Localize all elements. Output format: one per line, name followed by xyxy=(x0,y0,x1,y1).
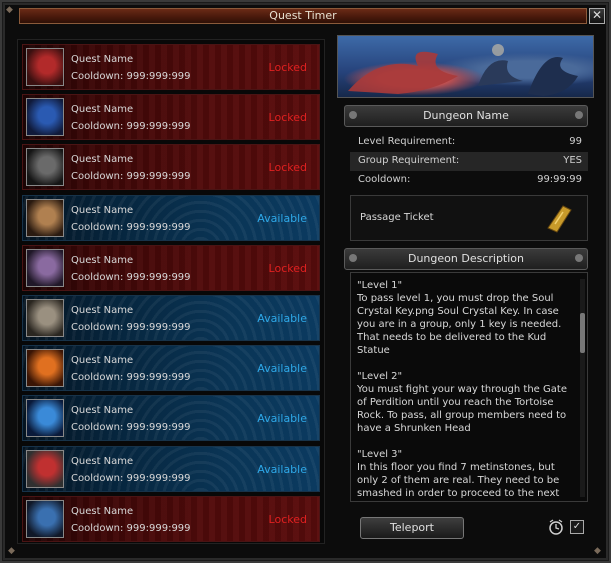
group-requirement-row: Group Requirement: YES xyxy=(350,152,588,171)
fire-demon-portrait-icon xyxy=(26,349,64,388)
quest-status: Available xyxy=(257,312,307,325)
header-stud xyxy=(575,111,583,119)
quest-name: Quest Name xyxy=(71,405,134,417)
quest-row[interactable]: Quest Name Cooldown: 999:999:999 Available xyxy=(22,395,320,442)
ticket-label: Passage Ticket xyxy=(360,212,434,223)
blue-bird-portrait-icon xyxy=(26,499,64,538)
description-scrollbar[interactable] xyxy=(580,279,585,497)
quest-name: Quest Name xyxy=(71,154,134,166)
close-button[interactable]: ✕ xyxy=(589,8,605,24)
quest-status: Available xyxy=(257,362,307,376)
info-value: YES xyxy=(563,155,582,166)
blue-dragon-portrait-icon xyxy=(26,98,64,137)
ice-crystal-portrait-icon xyxy=(26,399,64,438)
quest-row[interactable]: Quest Name Cooldown: 999:999:999 Locked xyxy=(22,495,320,542)
quest-cooldown: Cooldown: 999:999:999 xyxy=(71,422,191,434)
info-value: 99 xyxy=(569,136,582,147)
quest-cooldown: Cooldown: 999:999:999 xyxy=(71,322,191,333)
quest-cooldown: Cooldown: 999:999:999 xyxy=(71,171,191,183)
description-paragraph: "Level 2" You must fight your way throug… xyxy=(357,371,567,434)
level-requirement-row: Level Requirement: 99 xyxy=(350,133,588,152)
quest-row[interactable]: Quest Name Cooldown: 999:999:999 Available xyxy=(22,194,320,241)
quest-name: Quest Name xyxy=(71,305,134,316)
info-value: 99:99:99 xyxy=(537,174,582,185)
teleport-button[interactable]: Teleport xyxy=(360,517,464,539)
corner-ornament: ◆ xyxy=(6,5,13,15)
dungeon-name-header: Dungeon Name xyxy=(344,105,588,127)
quest-name: Quest Name xyxy=(71,204,134,216)
header-stud xyxy=(349,254,357,262)
purple-claw-portrait-icon xyxy=(26,248,64,287)
required-item-box: Passage Ticket xyxy=(350,195,588,241)
header-stud xyxy=(349,111,357,119)
quest-cooldown: Cooldown: 999:999:999 xyxy=(71,71,191,82)
info-label: Cooldown: xyxy=(358,174,411,185)
description-paragraph: "Level 1" To pass level 1, you must drop… xyxy=(357,280,562,356)
quest-name: Quest Name xyxy=(71,254,134,266)
quest-row[interactable]: Quest Name Cooldown: 999:999:999 Locked xyxy=(22,44,320,90)
quest-row[interactable]: Quest Name Cooldown: 999:999:999 Locked xyxy=(22,144,320,191)
window-title: Quest Timer xyxy=(19,8,587,24)
quest-timer-window: ◆ Quest Timer ✕ Quest Name Cooldown: 999:… xyxy=(0,0,611,563)
quest-row[interactable]: Quest Name Cooldown: 999:999:999 Locked xyxy=(22,94,320,141)
quest-status: Locked xyxy=(268,512,307,526)
dark-skull-portrait-icon xyxy=(26,148,64,187)
quest-name: Quest Name xyxy=(71,355,134,367)
eye-monster-portrait-icon xyxy=(26,449,64,488)
dungeon-name: Dungeon Name xyxy=(423,109,509,122)
quest-list: Quest Name Cooldown: 999:999:999 Locked Que… xyxy=(17,39,325,544)
quest-row[interactable]: Quest Name Cooldown: 999:999:999 Locked xyxy=(22,244,320,291)
corner-ornament: ◆ xyxy=(594,546,601,556)
quest-name: Quest Name xyxy=(71,104,134,116)
grey-beast-portrait-icon xyxy=(26,299,64,337)
cooldown-row: Cooldown: 99:99:99 xyxy=(350,171,588,190)
quest-cooldown: Cooldown: 999:999:999 xyxy=(71,472,191,484)
masked-face-portrait-icon xyxy=(26,198,64,237)
alarm-clock-icon[interactable] xyxy=(548,519,564,535)
quest-status: Available xyxy=(257,211,307,225)
dungeon-panel: Dungeon Name Level Requirement: 99 Group… xyxy=(337,35,594,545)
dungeon-info-table: Level Requirement: 99 Group Requirement:… xyxy=(350,133,588,190)
passage-ticket-icon[interactable] xyxy=(545,204,573,234)
notify-checkbox[interactable]: ✓ xyxy=(570,520,584,534)
quest-name: Quest Name xyxy=(71,455,134,467)
quest-status: Locked xyxy=(268,161,307,175)
quest-status: Available xyxy=(257,412,307,426)
quest-name: Quest Name xyxy=(71,54,134,65)
description-paragraph: "Level 3" In this floor you find 7 metin… xyxy=(357,449,560,499)
quest-cooldown: Cooldown: 999:999:999 xyxy=(71,271,191,283)
dungeon-description-text: "Level 1" To pass level 1, you must drop… xyxy=(357,279,575,501)
dragon-battle-artwork xyxy=(348,44,578,96)
quest-name: Quest Name xyxy=(71,505,134,517)
quest-status: Locked xyxy=(268,261,307,275)
quest-cooldown: Cooldown: 999:999:999 xyxy=(71,522,191,534)
corner-ornament: ◆ xyxy=(8,546,15,556)
quest-row[interactable]: Quest Name Cooldown: 999:999:999 Available xyxy=(22,445,320,492)
dungeon-description-box[interactable]: "Level 1" To pass level 1, you must drop… xyxy=(350,272,588,502)
quest-status: Locked xyxy=(268,111,307,125)
quest-status: Available xyxy=(257,462,307,476)
quest-row[interactable]: Quest Name Cooldown: 999:999:999 Available xyxy=(22,295,320,341)
description-header-label: Dungeon Description xyxy=(407,252,524,265)
scrollbar-thumb[interactable] xyxy=(580,313,585,353)
quest-row[interactable]: Quest Name Cooldown: 999:999:999 Available xyxy=(22,345,320,392)
quest-cooldown: Cooldown: 999:999:999 xyxy=(71,121,191,133)
info-label: Level Requirement: xyxy=(358,136,456,147)
quest-cooldown: Cooldown: 999:999:999 xyxy=(71,221,191,233)
quest-cooldown: Cooldown: 999:999:999 xyxy=(71,372,191,384)
dungeon-description-header: Dungeon Description xyxy=(344,248,588,270)
red-dragon-portrait-icon xyxy=(26,48,64,86)
header-stud xyxy=(575,254,583,262)
quest-status: Locked xyxy=(268,61,307,74)
dungeon-banner-image xyxy=(337,35,594,98)
info-label: Group Requirement: xyxy=(358,155,460,166)
